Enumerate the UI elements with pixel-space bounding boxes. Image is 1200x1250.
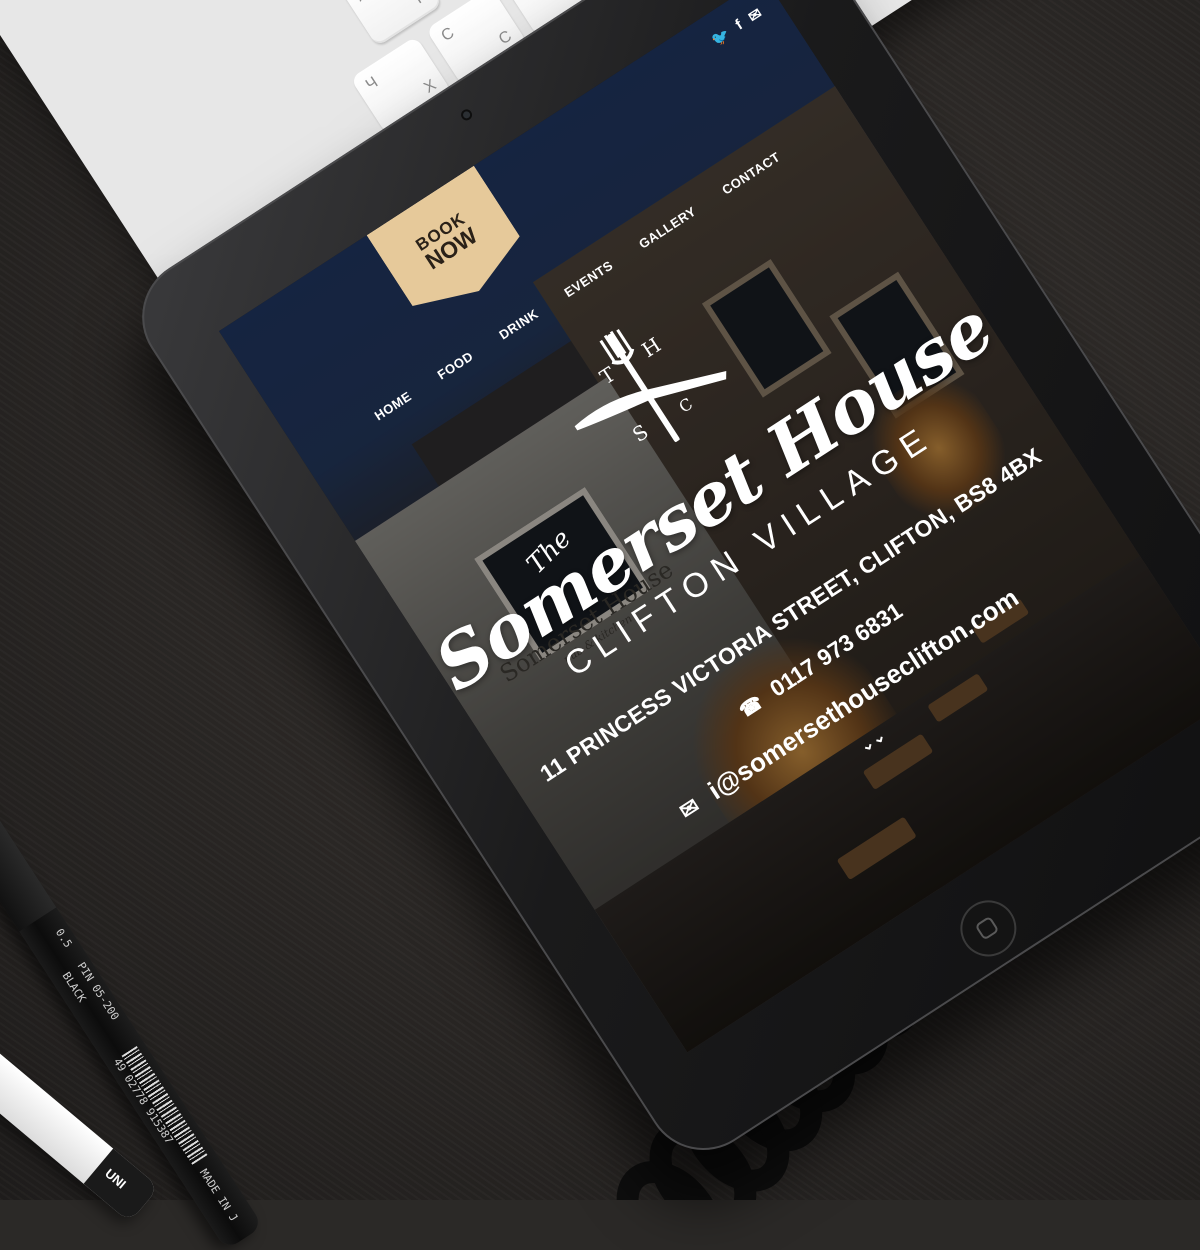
white-pen-brand: UNI (102, 1165, 130, 1192)
front-camera (458, 107, 475, 123)
logo-letter-t: T (595, 362, 620, 390)
logo-letter-s: S (628, 419, 653, 447)
pen-size-label: 0.5 (52, 926, 75, 951)
logo-letter-h: H (637, 333, 665, 363)
facebook-icon[interactable]: f (732, 17, 746, 35)
logo-letter-c: C (675, 394, 696, 417)
home-button[interactable] (949, 889, 1028, 968)
